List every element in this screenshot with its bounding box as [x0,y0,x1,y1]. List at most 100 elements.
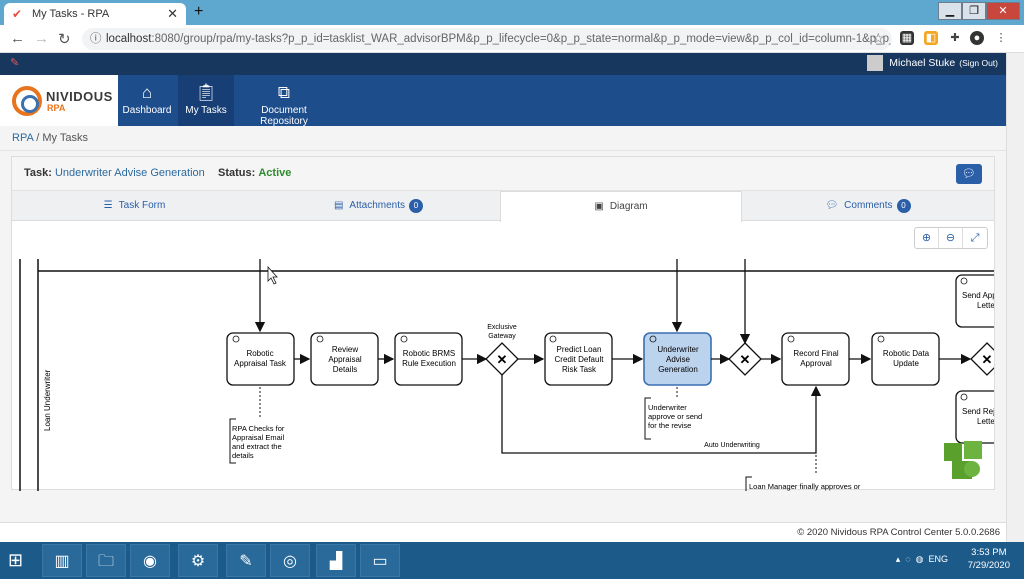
svg-text:✕: ✕ [740,352,751,367]
browser-tab[interactable]: ✔ My Tasks - RPA ✕ [4,3,186,25]
svg-text:Predict Loan: Predict Loan [557,345,602,354]
zoom-out-icon[interactable]: ⊖ [939,228,963,248]
tab-attachments[interactable]: ▤ Attachments 0 [257,191,500,221]
tray-network-icon[interactable]: ◌ [905,554,910,564]
task-tabs: ☰ Task Form ▤ Attachments 0 ▣ Diagram 💬︎ Comm… [12,191,994,222]
browser-tab-title: My Tasks - RPA [32,8,110,20]
taskbar-terminal-icon[interactable]: ▭ [360,544,400,577]
chat-button[interactable]: 💬︎ [956,164,982,184]
breadcrumb-root[interactable]: RPA [12,132,33,144]
tab-task-form[interactable]: ☰ Task Form [12,191,257,221]
taskbar-chart-icon[interactable]: ▟ [316,544,356,577]
url-host: localhost [106,33,152,45]
taskbar-app-icon[interactable]: ⚙ [178,544,218,577]
status-badge: Active [258,167,292,179]
edge-label-auto-underwriting: Auto Underwriting [704,442,760,449]
gateway-exclusive-3[interactable]: ✕ [970,342,994,376]
svg-text:Lette: Lette [977,417,994,426]
clock-date: 7/29/2020 [967,560,1010,571]
taskbar-server-manager-icon[interactable]: ▥ [42,544,82,577]
menu-dots-icon[interactable]: ⋮ [994,31,1008,45]
nav-dashboard[interactable]: ⌂ Dashboard [118,75,176,126]
gateway-exclusive-2[interactable]: ✕ [728,342,762,376]
breadcrumb-current: My Tasks [42,132,89,144]
task-record-final-approval[interactable]: Record Final Approval [781,332,850,386]
image-icon: ▣ [594,201,604,212]
task-title: Task: Underwriter Advise Generation [24,167,205,179]
reload-icon[interactable]: ↻ [58,30,71,48]
tray-arrow-icon[interactable]: ▴ [896,554,901,564]
close-window-button[interactable]: ✕ [986,2,1020,20]
gateway-exclusive-1[interactable]: ✕ [485,342,519,376]
tab-comments[interactable]: 💬︎ Comments 0 [742,191,994,221]
task-underwriter-advise[interactable]: Underwriter Advise Generation [643,332,712,386]
windows-start-icon[interactable]: ⊞ [8,550,23,571]
task-robotic-appraisal[interactable]: Robotic Appraisal Task [226,332,295,386]
user-name[interactable]: Michael Stuke [889,57,955,69]
nav-document-repository[interactable]: ⧉ Document Repository [236,75,332,127]
svg-text:Approval: Approval [800,359,832,368]
taskbar-chrome-icon[interactable]: ◉ [130,544,170,577]
svg-text:Risk Task: Risk Task [562,365,597,374]
forward-icon[interactable]: → [34,30,49,47]
sign-out-link[interactable]: (Sign Out) [959,58,998,68]
back-icon[interactable]: ← [10,30,25,47]
taskbar-rpa-icon[interactable]: ◎ [270,544,310,577]
svg-text:details: details [232,451,254,460]
network-icon: ⧉ [277,83,291,102]
logo-sub: RPA [47,103,66,113]
svg-text:✕: ✕ [982,352,993,367]
nav-dashboard-label: Dashboard [122,105,172,116]
task-name: Underwriter Advise Generation [54,167,205,179]
profile-icon[interactable]: ● [970,31,984,45]
clock[interactable]: 3:53 PM 7/29/2020 [968,546,1010,572]
file-icon: ▤ [333,200,344,211]
task-robotic-data-update[interactable]: Robotic Data Update [871,332,940,386]
svg-text:✕: ✕ [497,352,508,367]
nav-my-tasks[interactable]: 📋︎ My Tasks [178,75,234,126]
svg-text:Update: Update [893,359,919,368]
puzzle-icon[interactable]: ✚ [948,31,962,45]
url-path: :8080/group/rpa/my-tasks?p_p_id=tasklist… [151,33,892,45]
tab-diagram[interactable]: ▣ Diagram [500,191,742,222]
breadcrumb: RPA / My Tasks [12,132,88,144]
address-bar: ← → ↻ ⓘ localhost:8080/group/rpa/my-task… [0,25,1024,53]
maximize-button[interactable]: ❐ [962,2,986,20]
close-tab-icon[interactable]: ✕ [167,6,178,22]
task-robotic-brms[interactable]: Robotic BRMS Rule Execution [394,332,463,386]
minimize-button[interactable]: ▁ [938,2,962,20]
avatar [867,55,884,71]
system-tray: ▴ ◌ ◍ ENG [896,554,948,565]
svg-text:Underwriter: Underwriter [657,345,699,354]
bookmark-star-icon[interactable]: ☆ [872,30,885,47]
browser-tab-bar: ✔ My Tasks - RPA ✕ + ▁ ❐ ✕ [0,0,1024,25]
page-scrollbar[interactable] [1006,53,1024,542]
zoom-in-icon[interactable]: ⊕ [915,228,939,248]
tab-diagram-label: Diagram [609,201,648,212]
nav-document-repository-label: Document Repository [260,105,308,127]
bpmn-diagram[interactable]: Loan Underwriter Robotic Appraisal Task … [12,255,994,491]
task-panel: Task: Underwriter Advise Generation Stat… [11,156,995,491]
clipboard-icon: 📋︎ [195,83,217,102]
info-icon[interactable]: ⓘ [90,28,102,50]
language-indicator[interactable]: ENG [928,554,948,564]
svg-text:Lette: Lette [977,301,994,310]
comments-count-badge: 0 [896,199,911,213]
extension-icon[interactable]: ▦ [900,31,914,45]
taskbar-tool-icon[interactable]: ✎ [226,544,266,577]
logo[interactable]: NIVIDOUS RPA [0,75,118,126]
svg-text:Record Final: Record Final [793,349,839,358]
svg-text:Robotic Data: Robotic Data [883,349,930,358]
task-review-appraisal[interactable]: Review Appraisal Details [310,332,379,386]
tray-volume-icon[interactable]: ◍ [916,554,924,564]
fit-icon[interactable]: ⤢ [963,228,987,248]
attachments-count-badge: 0 [409,199,424,213]
svg-text:and extract the: and extract the [232,442,282,451]
taskbar-file-explorer-icon[interactable]: 🗀︎ [86,544,126,577]
url-field[interactable]: ⓘ localhost:8080/group/rpa/my-tasks?p_p_… [82,28,892,50]
extension-2-icon[interactable]: ◧ [924,31,938,45]
svg-text:Send Rej: Send Rej [962,407,994,416]
annotation-underwriter-approve: Underwriter approve or send for the revi… [648,403,702,430]
new-tab-icon[interactable]: + [194,3,203,21]
svg-text:Generation: Generation [658,365,698,374]
